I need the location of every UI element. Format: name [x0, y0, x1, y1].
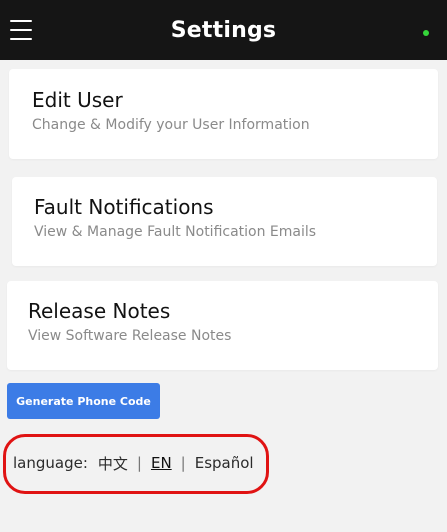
card-title: Edit User — [32, 88, 123, 112]
language-separator: | — [180, 454, 186, 472]
card-subtitle: Change & Modify your User Information — [32, 117, 310, 133]
card-title: Fault Notifications — [34, 195, 214, 219]
status-dot-icon — [423, 30, 429, 36]
card-subtitle: View Software Release Notes — [28, 328, 232, 344]
fault-notifications-card[interactable]: Fault Notifications View & Manage Fault … — [12, 177, 437, 266]
generate-phone-code-button[interactable]: Generate Phone Code — [7, 383, 160, 419]
page-title: Settings — [170, 17, 277, 43]
menu-bar — [10, 20, 32, 22]
language-option-chinese[interactable]: 中文 — [98, 453, 128, 474]
hamburger-menu-icon[interactable] — [10, 20, 34, 40]
language-option-spanish[interactable]: Español — [195, 454, 254, 472]
card-subtitle: View & Manage Fault Notification Emails — [34, 224, 317, 240]
release-notes-card[interactable]: Release Notes View Software Release Note… — [7, 281, 438, 370]
language-label: language: — [13, 454, 88, 472]
menu-bar — [10, 38, 32, 40]
edit-user-card[interactable]: Edit User Change & Modify your User Info… — [9, 69, 438, 159]
language-selector: language: 中文 | EN | Español — [13, 452, 254, 474]
card-title: Release Notes — [28, 299, 171, 323]
language-separator: | — [136, 454, 142, 472]
menu-bar — [10, 29, 32, 31]
settings-screen: Settings Edit User Change & Modify your … — [0, 0, 447, 532]
language-option-english[interactable]: EN — [151, 454, 172, 472]
app-header: Settings — [0, 0, 447, 60]
